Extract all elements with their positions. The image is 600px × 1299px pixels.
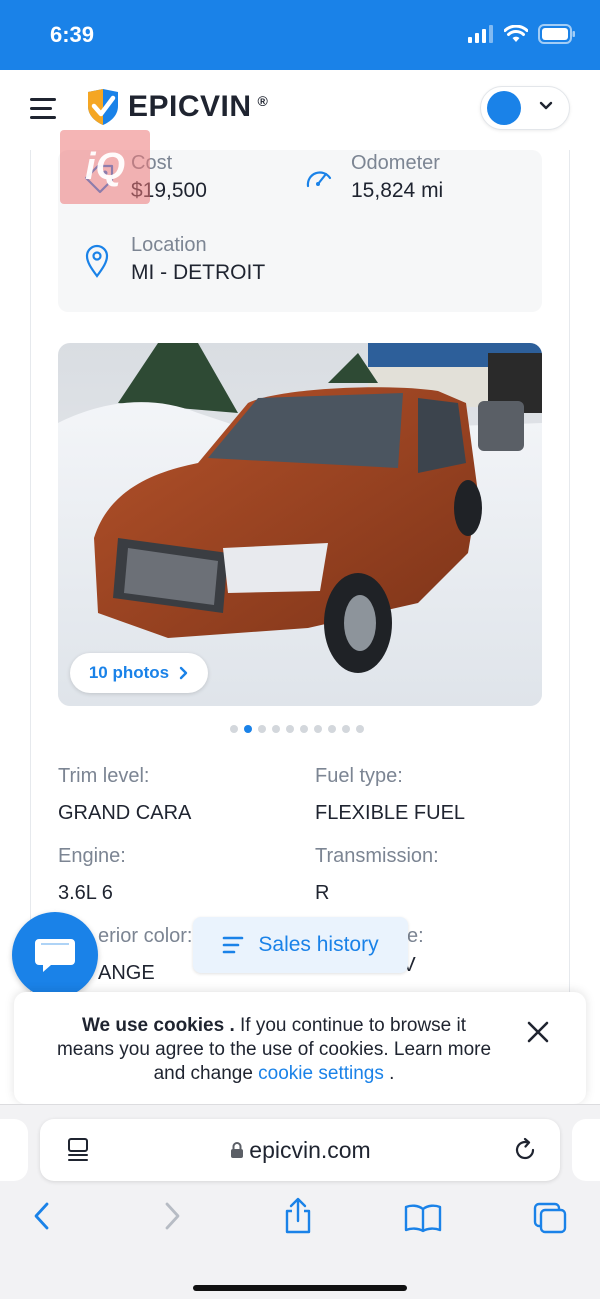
gallery-dot[interactable]	[328, 725, 336, 733]
exterior-color-value: ANGE	[98, 962, 155, 984]
cookie-settings-link[interactable]: cookie settings	[258, 1063, 384, 1084]
gallery-dot[interactable]	[314, 725, 322, 733]
menu-line	[30, 98, 56, 101]
avatar	[487, 91, 521, 125]
watermark-logo: iQ	[60, 130, 150, 204]
location-item: Location MI - DETROIT	[131, 234, 265, 285]
location-label: Location	[131, 234, 207, 256]
signal-icon	[468, 25, 493, 43]
list-icon	[223, 936, 244, 954]
gallery-dot[interactable]	[286, 725, 294, 733]
transmission-label: Transmission:	[315, 845, 439, 867]
menu-line	[30, 107, 52, 110]
logo-text-primary: EPIC	[128, 90, 201, 123]
status-bar: 6:39	[0, 0, 600, 70]
cookie-bold: We use cookies .	[81, 1015, 235, 1036]
gallery-dot[interactable]	[244, 725, 252, 733]
photos-count-label: 10 photos	[88, 663, 170, 682]
fuel-spec: Fuel type: FLEXIBLE FUEL	[315, 765, 465, 825]
lock-icon	[231, 1142, 244, 1158]
menu-line	[30, 116, 56, 119]
speedometer-icon	[306, 171, 332, 188]
exterior-color-label: erior color:	[98, 925, 193, 947]
url-display: epicvin.com	[40, 1137, 560, 1164]
live-chat-button[interactable]	[12, 912, 98, 998]
gallery-pagination[interactable]	[230, 725, 364, 733]
logo-text: EPICVIN	[128, 90, 252, 124]
bookmarks-icon[interactable]	[404, 1203, 442, 1233]
location-value: MI - DETROIT	[131, 261, 266, 284]
status-icons	[468, 24, 576, 44]
home-indicator[interactable]	[193, 1285, 407, 1291]
gallery-dot[interactable]	[258, 725, 266, 733]
fuel-label: Fuel type:	[315, 765, 403, 787]
trim-spec: Trim level: GRAND CARA	[58, 765, 191, 825]
transmission-value: R	[315, 882, 330, 904]
logo-text-accent: VIN	[200, 90, 252, 123]
odometer-label: Odometer	[351, 152, 440, 174]
address-bar[interactable]: epicvin.com	[40, 1119, 560, 1181]
engine-value: 3.6L 6	[58, 882, 113, 904]
gallery-dot[interactable]	[300, 725, 308, 733]
share-icon[interactable]	[282, 1197, 314, 1235]
forward-icon[interactable]	[162, 1201, 182, 1231]
transmission-spec: Transmission: R	[315, 845, 439, 905]
engine-label: Engine:	[58, 845, 126, 867]
status-time: 6:39	[50, 22, 95, 47]
next-tab-preview[interactable]	[572, 1119, 600, 1181]
cookie-end: .	[383, 1063, 395, 1084]
hamburger-menu-button[interactable]	[30, 98, 58, 120]
odometer-value: 15,824 mi	[351, 179, 444, 202]
browser-nav-row	[0, 1197, 600, 1247]
odometer-item: Odometer 15,824 mi	[351, 152, 443, 203]
sales-history-button[interactable]: Sales history	[193, 917, 408, 973]
account-dropdown[interactable]	[480, 86, 570, 130]
wifi-icon	[504, 25, 528, 42]
gallery-dot[interactable]	[342, 725, 350, 733]
gallery-dot[interactable]	[272, 725, 280, 733]
tabs-icon[interactable]	[532, 1201, 568, 1235]
cookie-banner: We use cookies . If you continue to brow…	[14, 992, 586, 1104]
photos-count-button[interactable]: 10 photos	[70, 653, 208, 693]
epicvin-logo[interactable]: EPICVIN ®	[84, 88, 268, 126]
engine-spec: Engine: 3.6L 6	[58, 845, 126, 905]
vehicle-photo-image	[58, 343, 542, 706]
url-text: epicvin.com	[249, 1137, 371, 1163]
chevron-right-icon	[179, 666, 188, 680]
fuel-value: FLEXIBLE FUEL	[315, 802, 466, 824]
trim-label: Trim level:	[58, 765, 150, 787]
chat-bubble-icon	[35, 939, 75, 972]
previous-tab-preview[interactable]	[0, 1119, 28, 1181]
exterior-color-spec: erior color: ANGE	[98, 925, 192, 985]
close-icon[interactable]	[526, 1020, 550, 1044]
shield-check-icon	[88, 89, 118, 125]
sales-history-label: Sales history	[258, 933, 379, 956]
browser-toolbar: epicvin.com	[0, 1104, 600, 1299]
gallery-dot[interactable]	[230, 725, 238, 733]
chevron-down-icon	[539, 101, 553, 110]
cookie-message: We use cookies . If you continue to brow…	[54, 1014, 494, 1086]
back-icon[interactable]	[32, 1201, 52, 1231]
reload-icon[interactable]	[512, 1137, 538, 1163]
location-pin-icon	[85, 244, 109, 278]
gallery-dot[interactable]	[356, 725, 364, 733]
battery-icon	[538, 24, 575, 44]
logo-registered-mark: ®	[257, 93, 268, 109]
vehicle-photo[interactable]	[58, 343, 542, 706]
trim-value: GRAND CARA	[58, 802, 192, 824]
